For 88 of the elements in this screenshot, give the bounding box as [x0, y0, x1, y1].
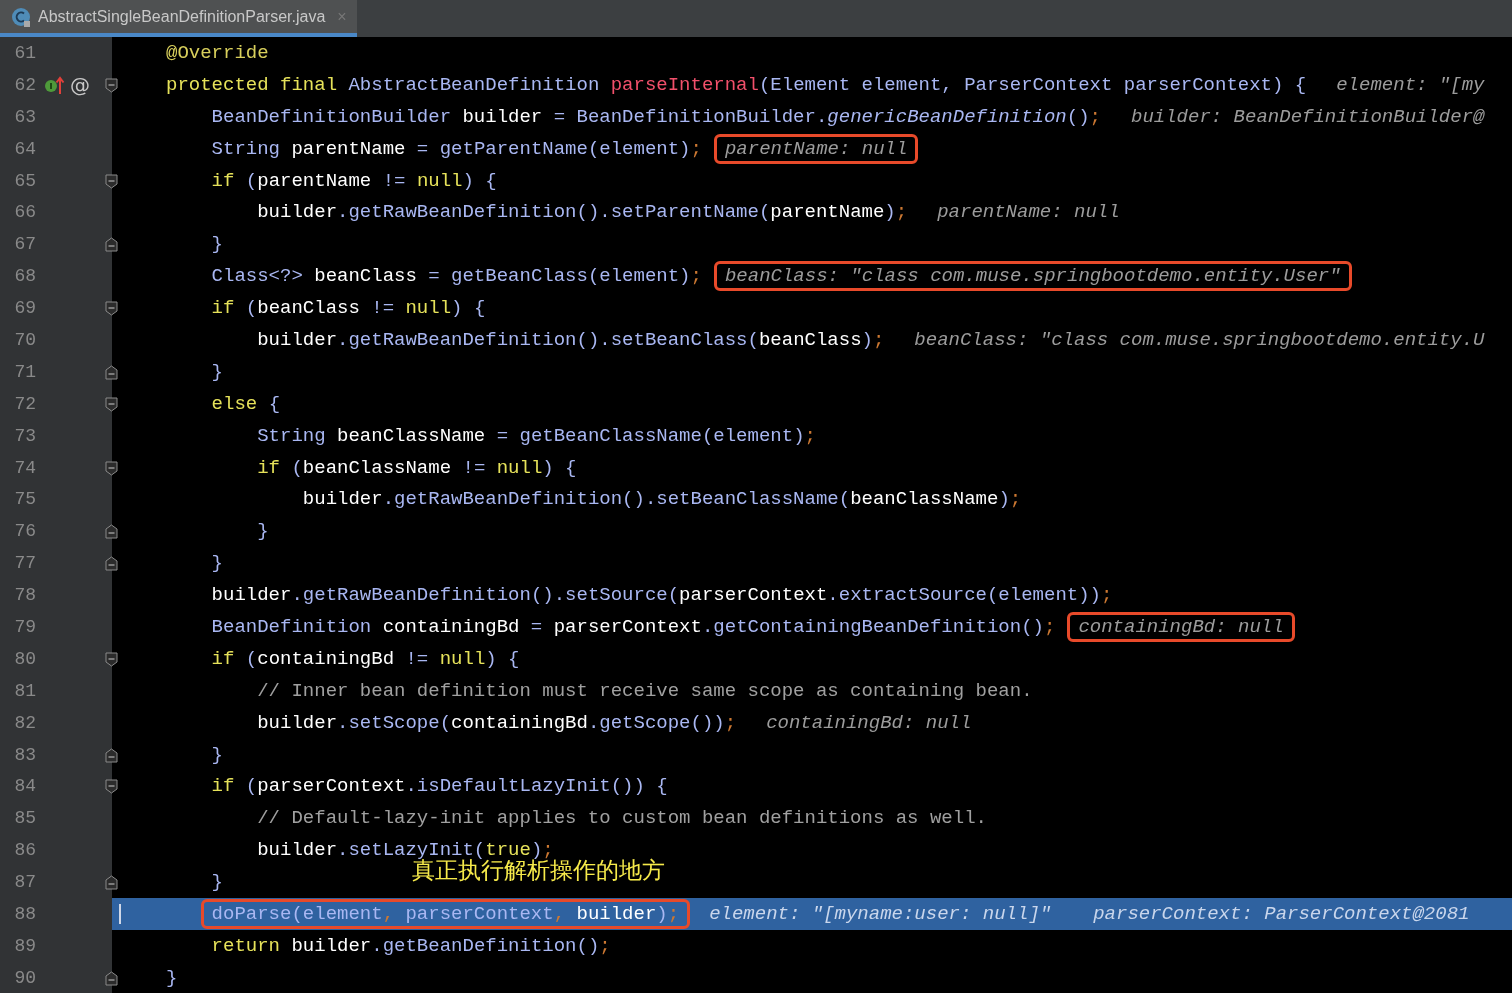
caret-marker	[119, 904, 121, 925]
code-line: }	[166, 966, 178, 989]
line-number: 81	[13, 680, 36, 701]
line-number: 73	[13, 425, 36, 446]
code-line: }	[211, 743, 223, 766]
code-line: }	[211, 233, 223, 256]
debug-value-hint: element: "[my	[1336, 73, 1485, 96]
code-line: BeanDefinition containingBd = parserContext.getContainingBeanDefinition();	[211, 615, 1056, 638]
debug-value-hint: parserContext: ParserContext@2081	[1093, 903, 1470, 925]
code-line: return builder.getBeanDefinition();	[211, 934, 611, 957]
debug-value-hint: parentName: null	[713, 133, 919, 164]
code-line: builder.getRawBeanDefinition().setParentName(parentName);	[257, 201, 908, 224]
line-number: 77	[13, 553, 36, 574]
code-line: String beanClassName = getBeanClassName(element);	[257, 424, 816, 447]
line-number: 63	[13, 106, 36, 127]
line-number: 61	[13, 42, 36, 63]
code-line: else {	[211, 392, 281, 415]
fold-icon[interactable]	[105, 651, 118, 667]
line-number: 83	[13, 744, 36, 765]
fold-icon[interactable]	[105, 747, 118, 763]
code-line: builder.getRawBeanDefinition().setSource(parserContext.extractSource(element));	[211, 584, 1113, 607]
debug-value-hint: builder: BeanDefinitionBuilder@	[1131, 105, 1485, 128]
line-number: 82	[13, 712, 36, 733]
code-line: builder.getRawBeanDefinition().setBeanClass(beanClass);	[257, 328, 885, 351]
java-class-icon	[10, 5, 32, 28]
code-line: }	[211, 360, 223, 383]
line-number: 66	[13, 202, 36, 223]
fold-icon[interactable]	[105, 556, 118, 572]
code-line: // Default-lazy-init applies to custom bean definitions as well.	[257, 807, 987, 830]
code-line: // Inner bean definition must receive same scope as containing bean.	[257, 679, 1033, 702]
code-line: String parentName = getParentName(element);	[211, 137, 702, 160]
code-line: if (beanClassName != null) {	[257, 456, 577, 479]
line-number: 65	[13, 170, 36, 191]
tab-title: AbstractSingleBeanDefinitionParser.java	[38, 7, 326, 26]
line-number: 72	[13, 393, 36, 414]
gutter-symbol[interactable]: @	[70, 72, 90, 97]
code-line: if (parentName != null) {	[211, 169, 497, 192]
line-number: 88	[13, 904, 36, 924]
line-number: 62	[13, 74, 36, 95]
code-line: if (parserContext.isDefaultLazyInit()) {	[211, 775, 668, 798]
line-number: 70	[13, 329, 36, 350]
fold-icon[interactable]	[105, 301, 118, 317]
line-number: 87	[13, 872, 36, 893]
debug-value-hint: containingBd: null	[1067, 611, 1295, 642]
line-number: 75	[13, 489, 36, 510]
debug-value-hint: containingBd: null	[766, 711, 972, 734]
code-line: Class<?> beanClass = getBeanClass(element);	[211, 265, 702, 288]
fold-icon[interactable]	[105, 396, 118, 412]
line-number: 71	[13, 361, 36, 382]
line-number: 64	[13, 138, 36, 159]
fold-icon[interactable]	[105, 875, 118, 891]
code-line: }	[257, 520, 269, 543]
fold-icon[interactable]	[105, 970, 118, 986]
code-line: builder.getRawBeanDefinition().setBeanClassName(beanClassName);	[302, 488, 1022, 511]
code-line: }	[211, 552, 223, 575]
line-number: 69	[13, 298, 36, 319]
fold-icon[interactable]	[105, 460, 118, 476]
fold-icon[interactable]	[105, 173, 118, 189]
file-tab[interactable]: AbstractSingleBeanDefinitionParser.java ×	[0, 0, 357, 37]
fold-icon[interactable]	[105, 779, 118, 795]
fold-icon[interactable]	[105, 524, 118, 540]
override-icon[interactable]	[44, 74, 66, 95]
code-line: if (beanClass != null) {	[211, 297, 486, 320]
code-line: }	[211, 871, 223, 894]
debug-value-hint: parentName: null	[937, 201, 1120, 224]
line-number: 85	[13, 808, 36, 829]
line-number: 89	[13, 935, 36, 956]
line-number: 74	[13, 457, 36, 478]
debug-value-hint: beanClass: "class com.muse.springbootdemo.entity.U	[914, 328, 1485, 351]
line-number: 68	[13, 266, 36, 287]
code-line: BeanDefinitionBuilder builder = BeanDefinitionBuilder.genericBeanDefinition();	[211, 105, 1101, 128]
debug-value-hint: beanClass: "class com.muse.springbootdemo.entity.User"	[713, 261, 1352, 292]
debug-value-hint: element: "[myname:user: null]"	[709, 903, 1052, 925]
code-line: if (containingBd != null) {	[211, 647, 520, 670]
line-number: 84	[13, 776, 36, 797]
line-number: 67	[13, 234, 36, 255]
code-line: builder.setScope(containingBd.getScope());	[257, 711, 737, 734]
line-number: 86	[13, 840, 36, 861]
line-number: 76	[13, 521, 36, 542]
line-number: 90	[13, 967, 36, 988]
fold-icon[interactable]	[105, 364, 118, 380]
code-line: @Override	[166, 41, 269, 64]
line-number: 79	[13, 616, 36, 637]
fold-icon[interactable]	[105, 77, 118, 93]
line-number: 80	[13, 648, 36, 669]
line-number: 78	[13, 585, 36, 606]
code-line: protected final AbstractBeanDefinition parseInternal(Element element, ParserContext parserContext) {	[166, 73, 1307, 96]
fold-icon[interactable]	[105, 237, 118, 253]
